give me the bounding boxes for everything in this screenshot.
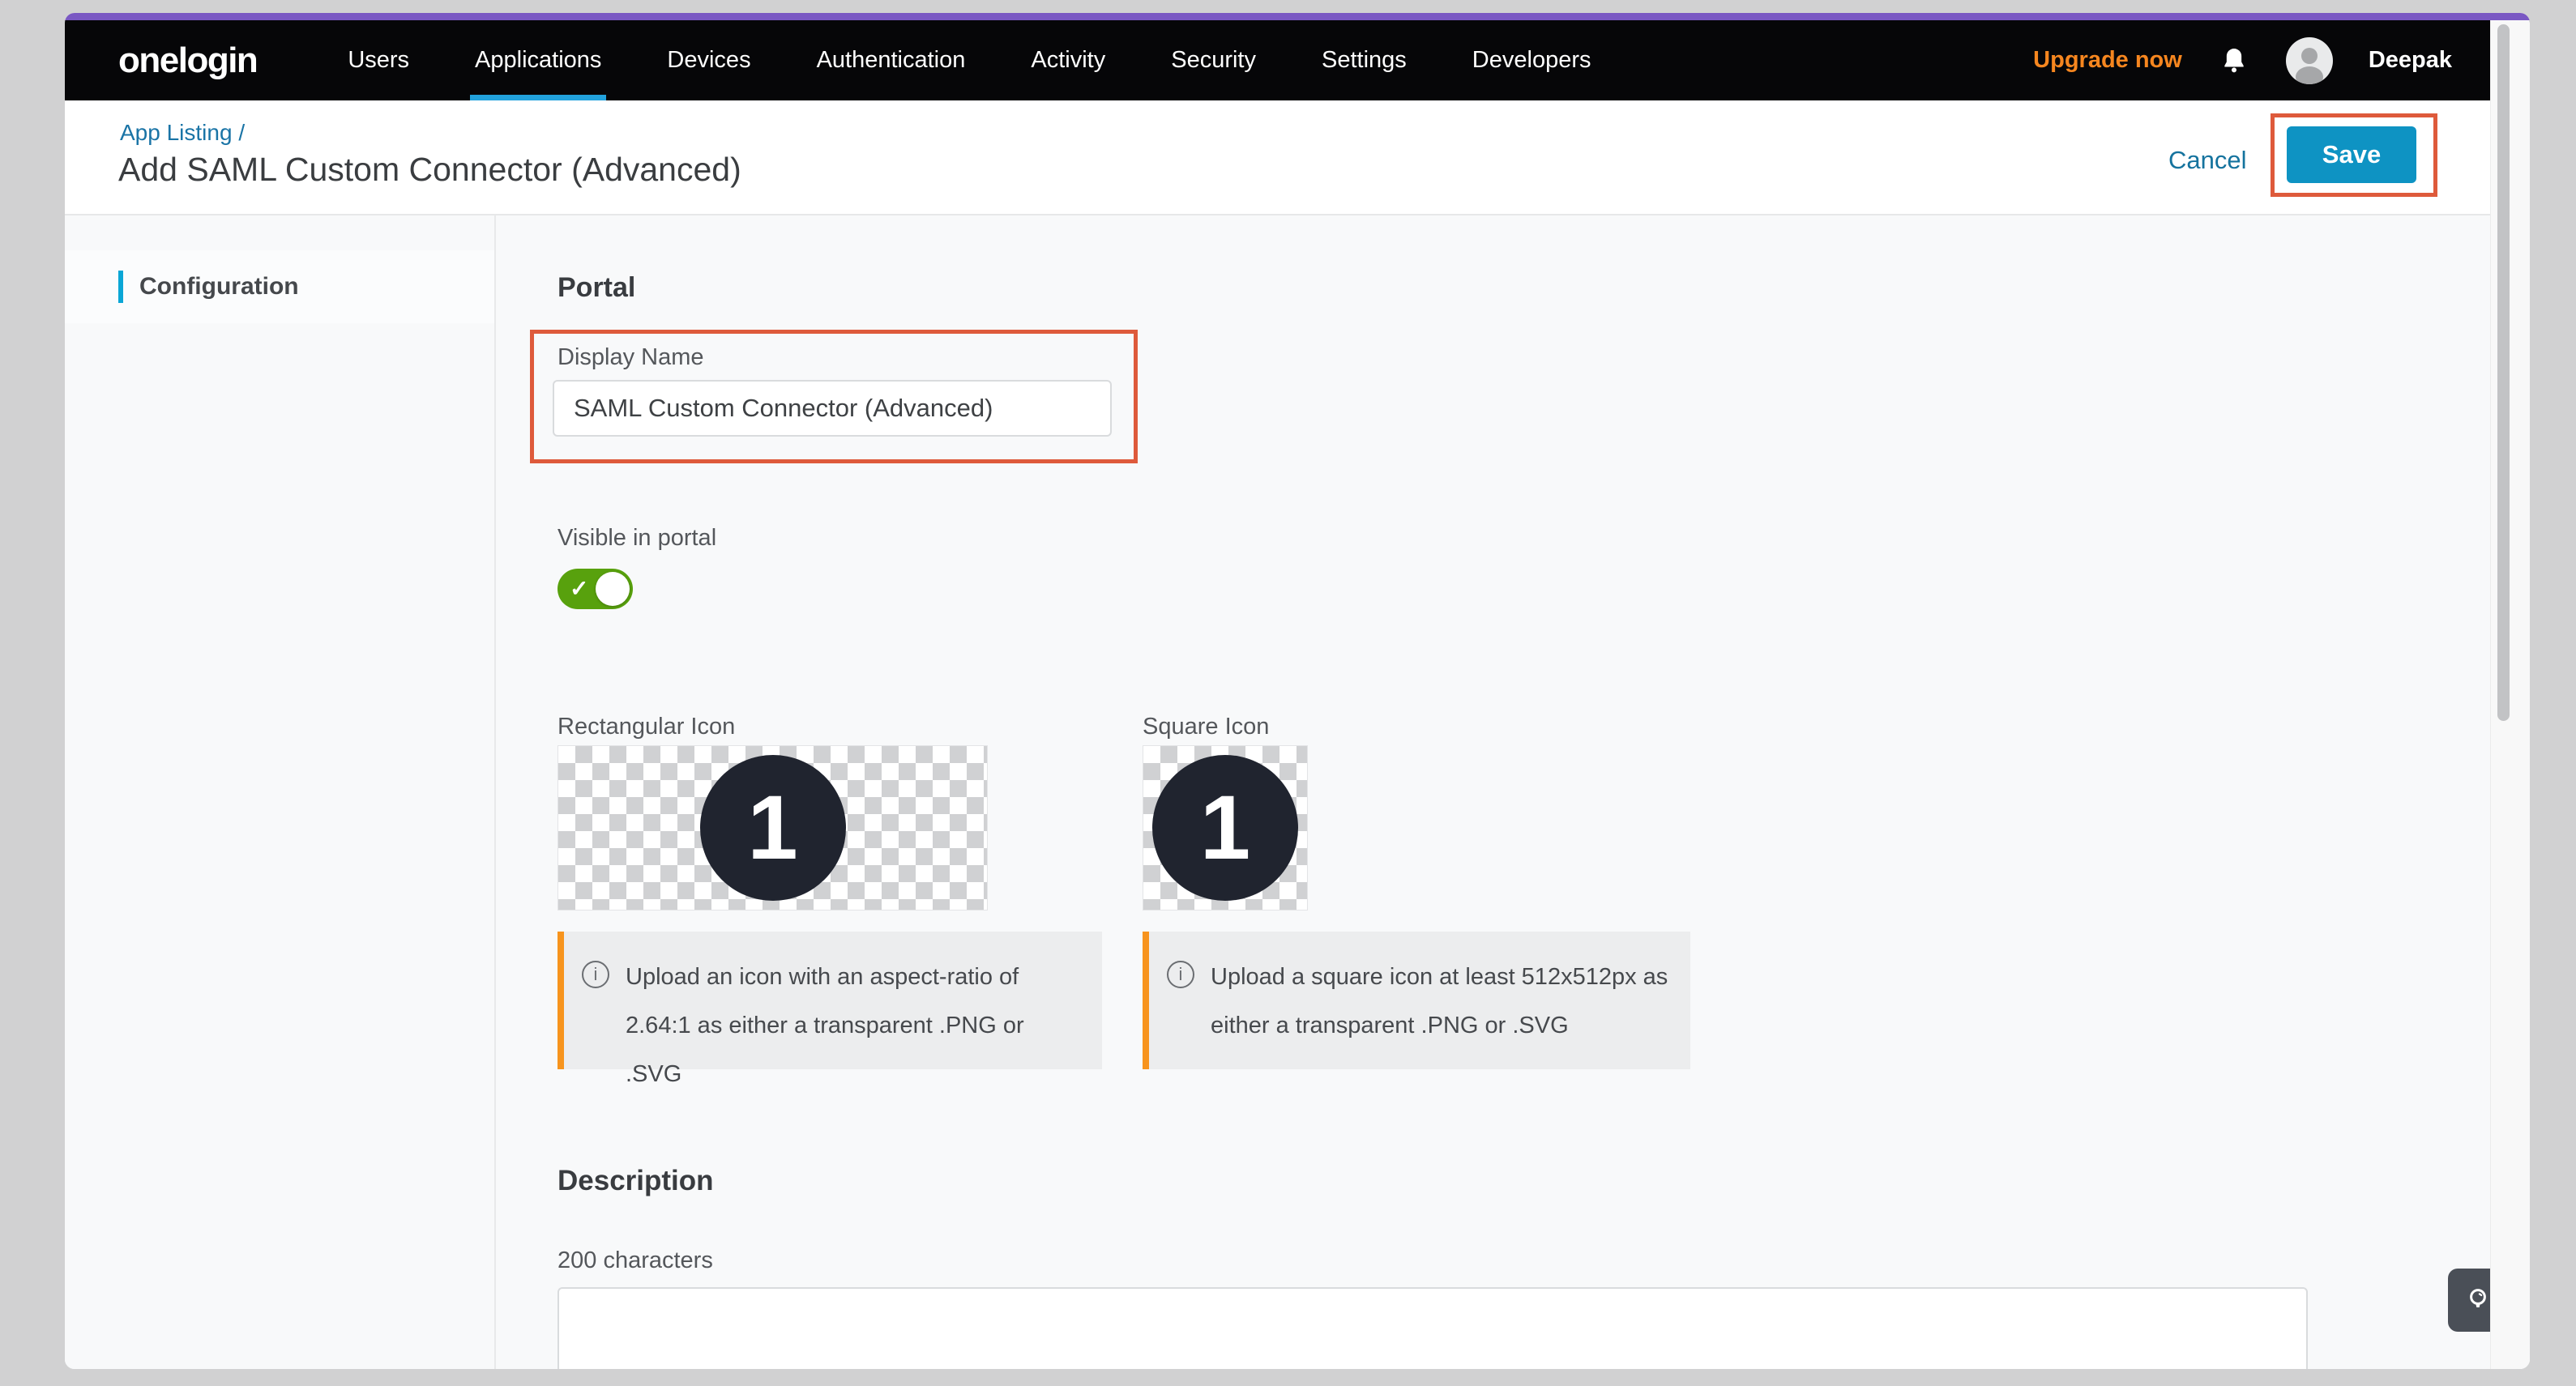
square-icon-preview[interactable]: 1 <box>1143 745 1308 910</box>
onelogin-circle-logo-icon: 1 <box>700 755 846 901</box>
nav-items: Users Applications Devices Authentication Ac… <box>348 20 1591 100</box>
display-name-label: Display Name <box>557 344 704 371</box>
nav-item-security[interactable]: Security <box>1171 20 1256 100</box>
sidebar: Configuration <box>65 215 496 1369</box>
nav-item-settings[interactable]: Settings <box>1322 20 1407 100</box>
notification-bell-icon[interactable] <box>2218 45 2250 77</box>
rectangular-icon-label: Rectangular Icon <box>557 714 735 740</box>
sidebar-item-configuration[interactable]: Configuration <box>65 250 494 323</box>
user-avatar[interactable] <box>2286 37 2333 84</box>
square-icon-info-text: Upload a square icon at least 512x512px … <box>1211 953 1668 1050</box>
onelogin-logo: onelogin <box>118 41 257 81</box>
description-section-heading: Description <box>557 1165 714 1197</box>
page-header: App Listing / Add SAML Custom Connector … <box>65 100 2530 215</box>
nav-item-devices[interactable]: Devices <box>667 20 750 100</box>
nav-item-applications[interactable]: Applications <box>475 20 601 100</box>
square-icon-info-box: i Upload a square icon at least 512x512p… <box>1143 932 1690 1069</box>
page-title: Add SAML Custom Connector (Advanced) <box>118 151 741 189</box>
cancel-button[interactable]: Cancel <box>2168 146 2247 175</box>
nav-item-users[interactable]: Users <box>348 20 409 100</box>
lightbulb-icon <box>2463 1285 2493 1316</box>
onelogin-circle-logo-icon: 1 <box>1152 755 1298 901</box>
description-counter-label: 200 characters <box>557 1247 713 1274</box>
visible-in-portal-label: Visible in portal <box>557 525 716 552</box>
sidebar-item-label: Configuration <box>139 273 299 301</box>
window-top-strip <box>65 13 2530 20</box>
toggle-knob-icon <box>596 572 630 606</box>
nav-right: Upgrade now Deepak <box>2033 37 2530 84</box>
visible-in-portal-toggle[interactable] <box>557 569 633 609</box>
description-textarea[interactable] <box>557 1287 2308 1369</box>
save-button[interactable]: Save <box>2287 126 2416 183</box>
scrollbar-thumb[interactable] <box>2497 24 2510 721</box>
page-body: Configuration Portal Display Name Visibl… <box>65 215 2530 1369</box>
portal-section-heading: Portal <box>557 272 635 304</box>
scrollbar-track[interactable] <box>2490 20 2530 1369</box>
rectangular-icon-info-box: i Upload an icon with an aspect-ratio of… <box>557 932 1102 1069</box>
top-nav: onelogin Users Applications Devices Authent… <box>65 20 2530 100</box>
username-label[interactable]: Deepak <box>2369 47 2452 74</box>
info-icon: i <box>1167 961 1194 988</box>
rectangular-icon-info-text: Upload an icon with an aspect-ratio of 2… <box>626 953 1083 1098</box>
rectangular-icon-preview[interactable]: 1 <box>557 745 988 910</box>
upgrade-now-link[interactable]: Upgrade now <box>2033 47 2182 74</box>
nav-item-activity[interactable]: Activity <box>1031 20 1105 100</box>
info-icon: i <box>582 961 609 988</box>
square-icon-label: Square Icon <box>1143 714 1269 740</box>
nav-item-authentication[interactable]: Authentication <box>817 20 966 100</box>
breadcrumb[interactable]: App Listing / <box>120 120 245 146</box>
sidebar-active-indicator <box>118 271 123 303</box>
nav-item-developers[interactable]: Developers <box>1472 20 1591 100</box>
display-name-input[interactable] <box>553 380 1112 437</box>
app-window: onelogin Users Applications Devices Authent… <box>65 13 2530 1369</box>
